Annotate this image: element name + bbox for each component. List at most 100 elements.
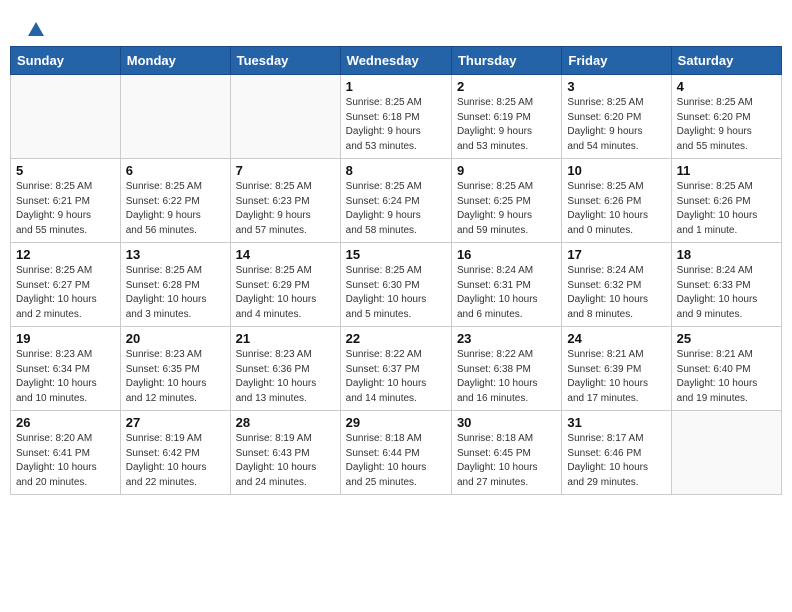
day-number: 16 [457, 247, 556, 262]
day-info: Sunrise: 8:25 AM Sunset: 6:22 PM Dayligh… [126, 180, 225, 238]
calendar-cell: 28 Sunrise: 8:19 AM Sunset: 6:43 PM Dayli… [230, 411, 340, 495]
day-info: Sunrise: 8:23 AM Sunset: 6:35 PM Dayligh… [126, 348, 225, 406]
weekday-header: Saturday [671, 47, 781, 75]
day-number: 12 [16, 247, 115, 262]
day-info: Sunrise: 8:18 AM Sunset: 6:45 PM Dayligh… [457, 432, 556, 490]
day-number: 3 [567, 79, 665, 94]
day-info: Sunrise: 8:25 AM Sunset: 6:30 PM Dayligh… [346, 264, 446, 322]
day-number: 8 [346, 163, 446, 178]
day-info: Sunrise: 8:22 AM Sunset: 6:37 PM Dayligh… [346, 348, 446, 406]
day-info: Sunrise: 8:25 AM Sunset: 6:19 PM Dayligh… [457, 96, 556, 154]
calendar-cell: 24Sunrise: 8:21 AM Sunset: 6:39 PM Dayli… [562, 327, 671, 411]
logo-icon [26, 20, 46, 40]
calendar-cell: 14 Sunrise: 8:25 AM Sunset: 6:29 PM Dayli… [230, 243, 340, 327]
calendar-cell: 21 Sunrise: 8:23 AM Sunset: 6:36 PM Dayli… [230, 327, 340, 411]
calendar-cell: 15 Sunrise: 8:25 AM Sunset: 6:30 PM Dayli… [340, 243, 451, 327]
day-info: Sunrise: 8:25 AM Sunset: 6:25 PM Dayligh… [457, 180, 556, 238]
calendar-cell: 11 Sunrise: 8:25 AM Sunset: 6:26 PM Dayli… [671, 159, 781, 243]
calendar-week-row: 5Sunrise: 8:25 AM Sunset: 6:21 PM Daylig… [11, 159, 782, 243]
day-number: 9 [457, 163, 556, 178]
day-number: 1 [346, 79, 446, 94]
calendar-week-row: 1 Sunrise: 8:25 AM Sunset: 6:18 PM Daylig… [11, 75, 782, 159]
day-info: Sunrise: 8:18 AM Sunset: 6:44 PM Dayligh… [346, 432, 446, 490]
day-info: Sunrise: 8:23 AM Sunset: 6:36 PM Dayligh… [236, 348, 335, 406]
day-info: Sunrise: 8:19 AM Sunset: 6:43 PM Dayligh… [236, 432, 335, 490]
day-number: 19 [16, 331, 115, 346]
calendar-cell: 6 Sunrise: 8:25 AM Sunset: 6:22 PM Daylig… [120, 159, 230, 243]
weekday-header: Wednesday [340, 47, 451, 75]
calendar-cell [11, 75, 121, 159]
calendar-cell: 17 Sunrise: 8:24 AM Sunset: 6:32 PM Dayli… [562, 243, 671, 327]
calendar-cell: 1 Sunrise: 8:25 AM Sunset: 6:18 PM Daylig… [340, 75, 451, 159]
calendar-table: SundayMondayTuesdayWednesdayThursdayFrid… [10, 46, 782, 495]
calendar-cell: 3 Sunrise: 8:25 AM Sunset: 6:20 PM Daylig… [562, 75, 671, 159]
day-number: 2 [457, 79, 556, 94]
day-number: 7 [236, 163, 335, 178]
day-info: Sunrise: 8:25 AM Sunset: 6:26 PM Dayligh… [567, 180, 665, 238]
weekday-header: Monday [120, 47, 230, 75]
weekday-header-row: SundayMondayTuesdayWednesdayThursdayFrid… [11, 47, 782, 75]
calendar-cell: 30 Sunrise: 8:18 AM Sunset: 6:45 PM Dayli… [451, 411, 561, 495]
day-info: Sunrise: 8:23 AM Sunset: 6:34 PM Dayligh… [16, 348, 115, 406]
day-number: 11 [677, 163, 776, 178]
calendar-cell: 22 Sunrise: 8:22 AM Sunset: 6:37 PM Dayli… [340, 327, 451, 411]
day-info: Sunrise: 8:19 AM Sunset: 6:42 PM Dayligh… [126, 432, 225, 490]
calendar-cell: 25Sunrise: 8:21 AM Sunset: 6:40 PM Dayli… [671, 327, 781, 411]
day-number: 14 [236, 247, 335, 262]
calendar-cell: 18 Sunrise: 8:24 AM Sunset: 6:33 PM Dayli… [671, 243, 781, 327]
day-number: 21 [236, 331, 335, 346]
day-number: 15 [346, 247, 446, 262]
calendar-week-row: 26Sunrise: 8:20 AM Sunset: 6:41 PM Dayli… [11, 411, 782, 495]
day-number: 18 [677, 247, 776, 262]
day-info: Sunrise: 8:25 AM Sunset: 6:18 PM Dayligh… [346, 96, 446, 154]
day-number: 29 [346, 415, 446, 430]
day-info: Sunrise: 8:25 AM Sunset: 6:20 PM Dayligh… [567, 96, 665, 154]
day-info: Sunrise: 8:25 AM Sunset: 6:28 PM Dayligh… [126, 264, 225, 322]
calendar-cell [230, 75, 340, 159]
calendar-cell: 31 Sunrise: 8:17 AM Sunset: 6:46 PM Dayli… [562, 411, 671, 495]
day-info: Sunrise: 8:17 AM Sunset: 6:46 PM Dayligh… [567, 432, 665, 490]
day-number: 20 [126, 331, 225, 346]
day-number: 28 [236, 415, 335, 430]
day-number: 4 [677, 79, 776, 94]
calendar-cell: 29 Sunrise: 8:18 AM Sunset: 6:44 PM Dayli… [340, 411, 451, 495]
day-info: Sunrise: 8:24 AM Sunset: 6:31 PM Dayligh… [457, 264, 556, 322]
calendar-cell: 9 Sunrise: 8:25 AM Sunset: 6:25 PM Daylig… [451, 159, 561, 243]
day-number: 26 [16, 415, 115, 430]
day-number: 27 [126, 415, 225, 430]
day-info: Sunrise: 8:25 AM Sunset: 6:24 PM Dayligh… [346, 180, 446, 238]
day-number: 6 [126, 163, 225, 178]
day-number: 17 [567, 247, 665, 262]
day-number: 30 [457, 415, 556, 430]
day-info: Sunrise: 8:25 AM Sunset: 6:27 PM Dayligh… [16, 264, 115, 322]
calendar-cell: 8 Sunrise: 8:25 AM Sunset: 6:24 PM Daylig… [340, 159, 451, 243]
day-info: Sunrise: 8:25 AM Sunset: 6:23 PM Dayligh… [236, 180, 335, 238]
weekday-header: Friday [562, 47, 671, 75]
calendar-cell: 4Sunrise: 8:25 AM Sunset: 6:20 PM Daylig… [671, 75, 781, 159]
calendar-cell: 27 Sunrise: 8:19 AM Sunset: 6:42 PM Dayli… [120, 411, 230, 495]
calendar-cell: 19 Sunrise: 8:23 AM Sunset: 6:34 PM Dayli… [11, 327, 121, 411]
day-info: Sunrise: 8:24 AM Sunset: 6:32 PM Dayligh… [567, 264, 665, 322]
day-number: 31 [567, 415, 665, 430]
weekday-header: Tuesday [230, 47, 340, 75]
day-info: Sunrise: 8:25 AM Sunset: 6:29 PM Dayligh… [236, 264, 335, 322]
calendar-cell: 23Sunrise: 8:22 AM Sunset: 6:38 PM Dayli… [451, 327, 561, 411]
day-number: 22 [346, 331, 446, 346]
day-number: 23 [457, 331, 556, 346]
calendar-cell [120, 75, 230, 159]
calendar-cell: 7 Sunrise: 8:25 AM Sunset: 6:23 PM Daylig… [230, 159, 340, 243]
day-info: Sunrise: 8:21 AM Sunset: 6:40 PM Dayligh… [677, 348, 776, 406]
weekday-header: Thursday [451, 47, 561, 75]
calendar-cell: 20 Sunrise: 8:23 AM Sunset: 6:35 PM Dayli… [120, 327, 230, 411]
page-header [10, 10, 782, 41]
day-number: 24 [567, 331, 665, 346]
calendar-cell [671, 411, 781, 495]
day-info: Sunrise: 8:24 AM Sunset: 6:33 PM Dayligh… [677, 264, 776, 322]
day-info: Sunrise: 8:25 AM Sunset: 6:21 PM Dayligh… [16, 180, 115, 238]
calendar-cell: 16 Sunrise: 8:24 AM Sunset: 6:31 PM Dayli… [451, 243, 561, 327]
logo [25, 20, 47, 36]
calendar-week-row: 19 Sunrise: 8:23 AM Sunset: 6:34 PM Dayli… [11, 327, 782, 411]
day-info: Sunrise: 8:25 AM Sunset: 6:26 PM Dayligh… [677, 180, 776, 238]
calendar-cell: 13Sunrise: 8:25 AM Sunset: 6:28 PM Dayli… [120, 243, 230, 327]
calendar-cell: 5Sunrise: 8:25 AM Sunset: 6:21 PM Daylig… [11, 159, 121, 243]
